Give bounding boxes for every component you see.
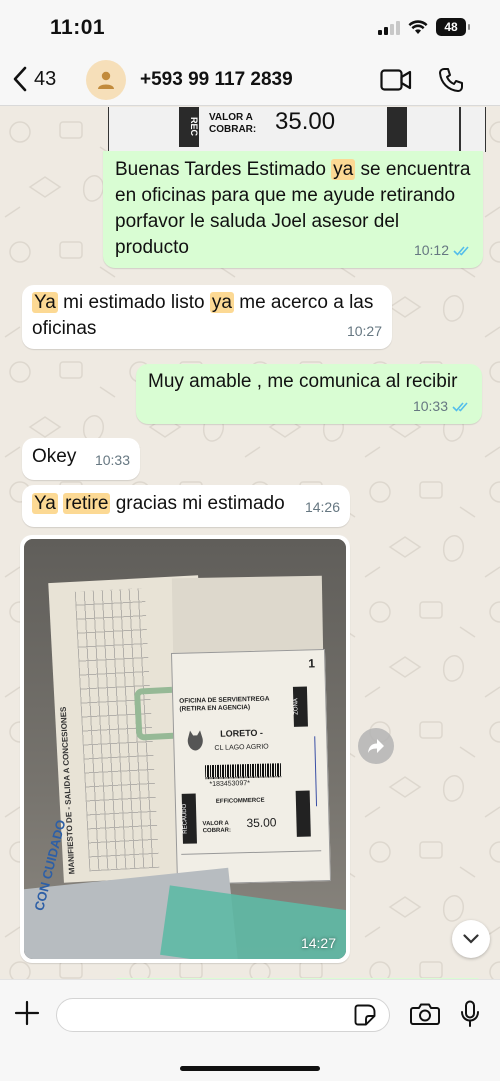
image-message[interactable]: MANIFIESTO DE - SALIDA A CONCESIONES OFI… <box>20 535 350 963</box>
message-time: 10:12 <box>413 242 449 258</box>
label-value-label: VALOR A COBRAR: <box>202 820 232 835</box>
read-ticks-icon <box>453 245 469 256</box>
message-bubble-outgoing[interactable]: Muy amable , me comunica al recibir 10:3… <box>136 364 482 424</box>
chevron-down-icon <box>463 934 479 944</box>
label-office: OFICINA DE SERVIENTREGA (RETIRA EN AGENC… <box>179 695 270 713</box>
message-time: 10:33 <box>94 452 130 468</box>
label-divider <box>181 850 322 855</box>
value-label: VALOR A COBRAR: <box>209 112 257 135</box>
message-bubble-outgoing[interactable]: Buenas Tardes Estimado ya se encuentra e… <box>103 151 483 268</box>
message-time: 14:26 <box>304 499 340 515</box>
battery-icon: 48 <box>436 18 470 36</box>
camera-icon[interactable] <box>410 1002 440 1026</box>
back-button[interactable]: 43 <box>12 66 56 92</box>
home-indicator <box>180 1066 320 1071</box>
label-sender: EFFICOMMERCE <box>215 797 265 805</box>
zone-tag <box>387 107 407 147</box>
wifi-icon <box>408 20 428 34</box>
contact-name[interactable]: +593 99 117 2839 <box>140 69 293 91</box>
message-time: 10:33 <box>412 398 448 414</box>
value-amount: 35.00 <box>275 108 336 135</box>
message-text: Ya mi estimado listo ya me acerco a las … <box>32 292 374 339</box>
handwritten-note <box>314 736 327 807</box>
sticker-icon[interactable] <box>354 1004 376 1026</box>
unread-count: 43 <box>34 67 57 90</box>
chat-area[interactable]: REC VALOR A COBRAR: 35.00 Buenas Tardes … <box>0 107 500 979</box>
label-zone-number: 1 <box>308 656 316 671</box>
forward-button[interactable] <box>358 728 394 764</box>
plus-icon[interactable] <box>14 1000 40 1026</box>
phone-call-icon[interactable] <box>438 67 464 93</box>
message-meta: 10:12 <box>414 237 471 263</box>
message-meta: 10:33 <box>413 393 470 419</box>
label-destination: CL LAGO AGRIO <box>214 743 269 752</box>
microphone-icon[interactable] <box>460 1000 480 1028</box>
message-bubble-incoming[interactable]: Okey 10:33 <box>22 438 140 480</box>
receipt-photo[interactable]: MANIFIESTO DE - SALIDA A CONCESIONES OFI… <box>24 539 346 959</box>
receipt-image-fragment[interactable]: REC VALOR A COBRAR: 35.00 <box>108 107 486 152</box>
status-time: 11:01 <box>50 16 106 39</box>
label-amount: 35.00 <box>246 815 277 831</box>
recaudo-tag: REC <box>179 107 199 147</box>
video-call-icon[interactable] <box>380 69 412 91</box>
label-recaudo-tag-right <box>295 790 311 837</box>
label-tracking: *183453097* <box>209 780 251 789</box>
message-text: Okey <box>32 446 77 467</box>
label-city: LORETO - <box>219 727 264 739</box>
avatar[interactable] <box>86 60 126 100</box>
forward-arrow-icon <box>368 739 384 753</box>
barcode <box>204 763 282 780</box>
message-bubble-incoming[interactable]: Ya retire gracias mi estimado 14:26 <box>22 485 350 527</box>
shipping-label: OFICINA DE SERVIENTREGA (RETIRA EN AGENC… <box>170 649 332 885</box>
message-input[interactable] <box>56 998 390 1032</box>
scroll-to-bottom-button[interactable] <box>452 920 490 958</box>
person-icon <box>98 71 114 89</box>
chat-header: 43 +593 99 117 2839 <box>0 56 500 106</box>
image-time: 14:27 <box>300 935 336 951</box>
read-ticks-icon <box>452 401 468 412</box>
composer-bar <box>0 979 500 1081</box>
chevron-left-icon <box>13 66 27 92</box>
cat-icon <box>187 730 203 751</box>
message-bubble-incoming[interactable]: Ya mi estimado listo ya me acerco a las … <box>22 285 392 349</box>
label-recaudo-tag: RECAUDO <box>181 793 197 844</box>
cellular-signal-icon <box>378 19 400 35</box>
message-time: 10:27 <box>346 323 382 339</box>
message-text: Muy amable , me comunica al recibir <box>148 371 458 392</box>
status-icons: 48 <box>378 18 470 36</box>
message-text: Ya retire gracias mi estimado <box>32 493 285 514</box>
label-zone-tag: ZONA <box>292 686 308 727</box>
status-bar: 11:01 48 <box>0 0 500 56</box>
receipt-border <box>459 107 461 152</box>
